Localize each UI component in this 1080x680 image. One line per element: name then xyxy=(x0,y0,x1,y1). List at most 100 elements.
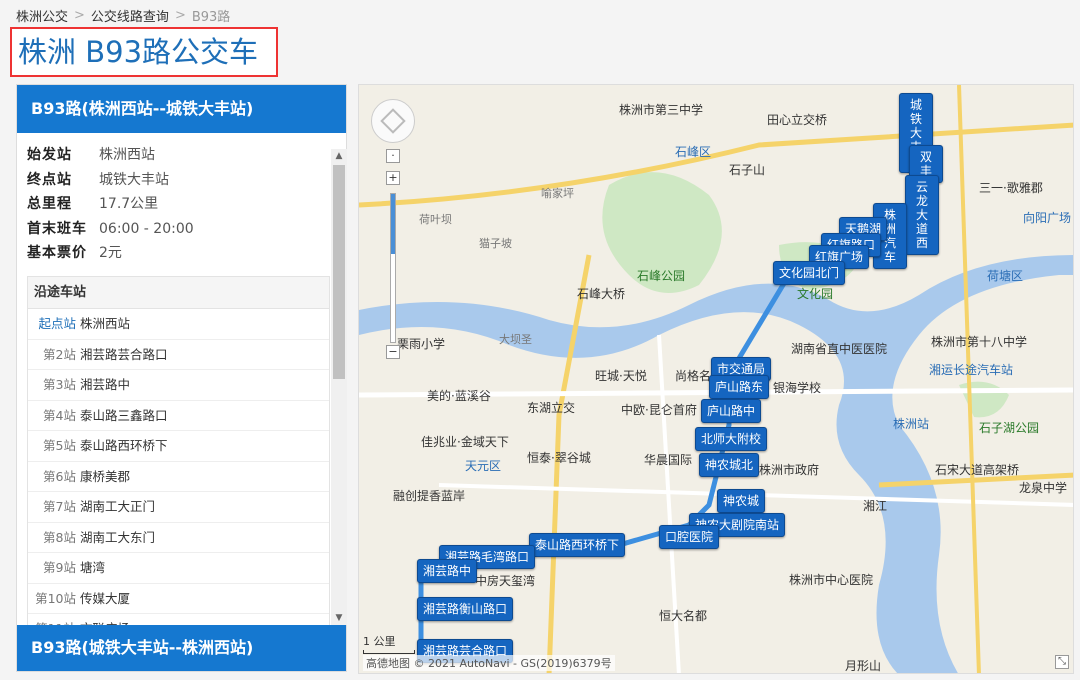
map-place-label: 石宋大道高架桥 xyxy=(935,463,1020,477)
stop-list-scrollbar[interactable]: ▲ ▼ xyxy=(331,149,347,625)
map-place-label: 栗雨小学 xyxy=(397,337,446,351)
expand-map-icon[interactable]: ⤡ xyxy=(1055,655,1069,669)
info-row: 终点站 城铁大丰站 xyxy=(27,168,336,193)
scale-bar xyxy=(363,650,415,654)
map-place-label: 湖南省直中医医院 xyxy=(791,342,888,356)
reverse-direction-header[interactable]: B93路(城铁大丰站--株洲西站) xyxy=(17,625,346,671)
breadcrumb-current: B93路 xyxy=(191,10,231,25)
map-place-label: 华晨国际 xyxy=(644,453,693,467)
info-value: 2元 xyxy=(99,245,122,261)
pan-arrows-icon xyxy=(380,108,406,134)
zoom-slider[interactable] xyxy=(390,193,396,343)
breadcrumb-home[interactable]: 株洲公交 xyxy=(16,6,68,25)
stop-index: 起点站 xyxy=(38,316,76,331)
map-place-label: 中房天玺湾 xyxy=(475,574,536,588)
map-stop-marker[interactable]: 神农城北 xyxy=(699,453,760,477)
map-place-label: 文化园 xyxy=(797,287,834,301)
map-stop-marker[interactable]: 口腔医院 xyxy=(659,525,720,549)
stop-row[interactable]: 第2站 湘芸路芸合路口 xyxy=(28,340,329,370)
stop-name: 传媒大厦 xyxy=(80,590,131,606)
zoom-in-button[interactable]: + xyxy=(386,171,400,185)
map-place-label: 株洲市第十八中学 xyxy=(931,335,1028,349)
info-value: 株洲西站 xyxy=(99,147,155,163)
route-map[interactable]: 株洲市第三中学 田心立交桥 石峰区 石子山 喻家坪 荷叶坝 猫子坡 石峰公园 文化园 湖南省直中医… xyxy=(358,84,1074,674)
info-value: 17.7公里 xyxy=(99,196,159,212)
stop-index: 第10站 xyxy=(35,590,76,606)
map-place-label: 银海学校 xyxy=(773,381,822,395)
info-row: 始发站 株洲西站 xyxy=(27,143,336,168)
stop-index: 第5站 xyxy=(43,438,76,453)
map-stop-marker[interactable]: 北师大附校 xyxy=(695,427,768,451)
map-place-label: 石子山 xyxy=(729,163,766,177)
scroll-down-icon[interactable]: ▼ xyxy=(331,611,347,625)
info-key: 始发站 xyxy=(27,147,72,163)
stop-row[interactable]: 第8站 湖南工大东门 xyxy=(28,523,329,553)
map-place-label: 佳兆业·金域天下 xyxy=(421,435,509,449)
route-direction-header[interactable]: B93路(株洲西站--城铁大丰站) xyxy=(17,85,346,133)
scrollbar-thumb[interactable] xyxy=(333,165,345,379)
stop-row[interactable]: 第9站 塘湾 xyxy=(28,553,329,584)
map-place-label: 月形山 xyxy=(845,659,882,673)
zoom-slider-fill xyxy=(391,194,395,254)
scale-label: 1 公里 xyxy=(363,635,396,648)
stop-index: 第2站 xyxy=(43,346,76,362)
stop-list-header: 沿途车站 xyxy=(28,277,329,309)
map-place-label: 株洲市中心医院 xyxy=(789,573,874,587)
route-info: 始发站 株洲西站 终点站 城铁大丰站 总里程 17.7公里 首末班车 06:00 - 2… xyxy=(17,133,346,270)
map-place-label: 喻家坪 xyxy=(541,187,574,200)
stop-index: 第8站 xyxy=(43,529,76,545)
stop-name: 株洲西站 xyxy=(80,316,131,331)
map-place-label: 石峰公园 xyxy=(637,269,686,283)
map-stop-marker[interactable]: 泰山路西环桥下 xyxy=(529,533,626,557)
stop-row[interactable]: 第4站 泰山路三鑫路口 xyxy=(28,401,329,431)
breadcrumb-section[interactable]: 公交线路查询 xyxy=(91,6,169,25)
map-stop-marker[interactable]: 湘芸路衡山路口 xyxy=(417,597,514,621)
map-place-label: 湘运长途汽车站 xyxy=(929,363,1014,377)
map-stop-marker[interactable]: 庐山路中 xyxy=(701,399,762,423)
map-copyright: 高德地图 © 2021 AutoNavi - GS(2019)6379号 xyxy=(363,655,615,671)
stop-index: 第9站 xyxy=(43,560,76,575)
map-place-label: 龙泉中学 xyxy=(1019,481,1068,495)
breadcrumb: 株洲公交 > 公交线路查询 > B93路 xyxy=(16,6,230,25)
locate-button[interactable]: · xyxy=(386,149,400,163)
map-place-label: 株洲市第三中学 xyxy=(619,103,704,117)
map-stop-marker[interactable]: 云龙大道西 xyxy=(905,175,939,255)
map-stop-marker[interactable]: 庐山路东 xyxy=(709,375,770,399)
page-title: 株洲 B93路公交车 xyxy=(18,35,259,69)
map-stop-marker[interactable]: 神农城 xyxy=(717,489,766,513)
pan-control[interactable] xyxy=(371,99,415,143)
zoom-out-button[interactable]: − xyxy=(386,345,400,359)
info-row: 总里程 17.7公里 xyxy=(27,192,336,217)
map-place-label: 大坝圣 xyxy=(499,333,532,346)
map-place-label: 石峰大桥 xyxy=(577,287,626,301)
map-place-label: 株洲站 xyxy=(893,417,930,431)
stop-row[interactable]: 第10站 传媒大厦 xyxy=(28,584,329,614)
map-place-label: 天元区 xyxy=(465,459,502,473)
info-row: 基本票价 2元 xyxy=(27,241,336,266)
map-scale: 1 公里 xyxy=(363,633,415,654)
scroll-up-icon[interactable]: ▲ xyxy=(331,149,347,163)
info-value: 城铁大丰站 xyxy=(99,171,169,188)
stop-index: 第3站 xyxy=(43,377,76,392)
info-key: 终点站 xyxy=(27,171,72,188)
map-stop-marker[interactable]: 湘芸路中 xyxy=(417,559,478,583)
map-place-label: 石子湖公园 xyxy=(979,421,1040,435)
stop-row[interactable]: 起点站 株洲西站 xyxy=(28,309,329,340)
map-place-label: 美的·蓝溪谷 xyxy=(427,389,491,403)
stop-row[interactable]: 第6站 康桥美郡 xyxy=(28,462,329,492)
stop-name: 塘湾 xyxy=(80,560,106,575)
map-place-label: 田心立交桥 xyxy=(767,113,828,127)
stop-row[interactable]: 第5站 泰山路西环桥下 xyxy=(28,431,329,462)
stop-row[interactable]: 第3站 湘芸路中 xyxy=(28,370,329,401)
stop-row[interactable]: 第7站 湖南工大正门 xyxy=(28,492,329,523)
map-place-label: 旺城·天悦 xyxy=(595,369,647,383)
map-place-label: 湘江 xyxy=(863,499,888,513)
info-key: 基本票价 xyxy=(27,245,87,261)
map-place-label: 荷叶坝 xyxy=(419,213,452,226)
map-stop-marker[interactable]: 文化园北门 xyxy=(773,261,846,285)
stop-list: 沿途车站 起点站 株洲西站 第2站 湘芸路芸合路口 第3站 湘芸路中 第4站 泰山路三鑫路口第… xyxy=(27,276,330,626)
map-place-label: 石峰区 xyxy=(675,145,712,159)
map-place-label: 三一·歌雅郡 xyxy=(979,181,1043,195)
map-place-label: 株洲市政府 xyxy=(759,463,820,477)
map-place-label: 恒泰·翠谷城 xyxy=(527,451,591,465)
